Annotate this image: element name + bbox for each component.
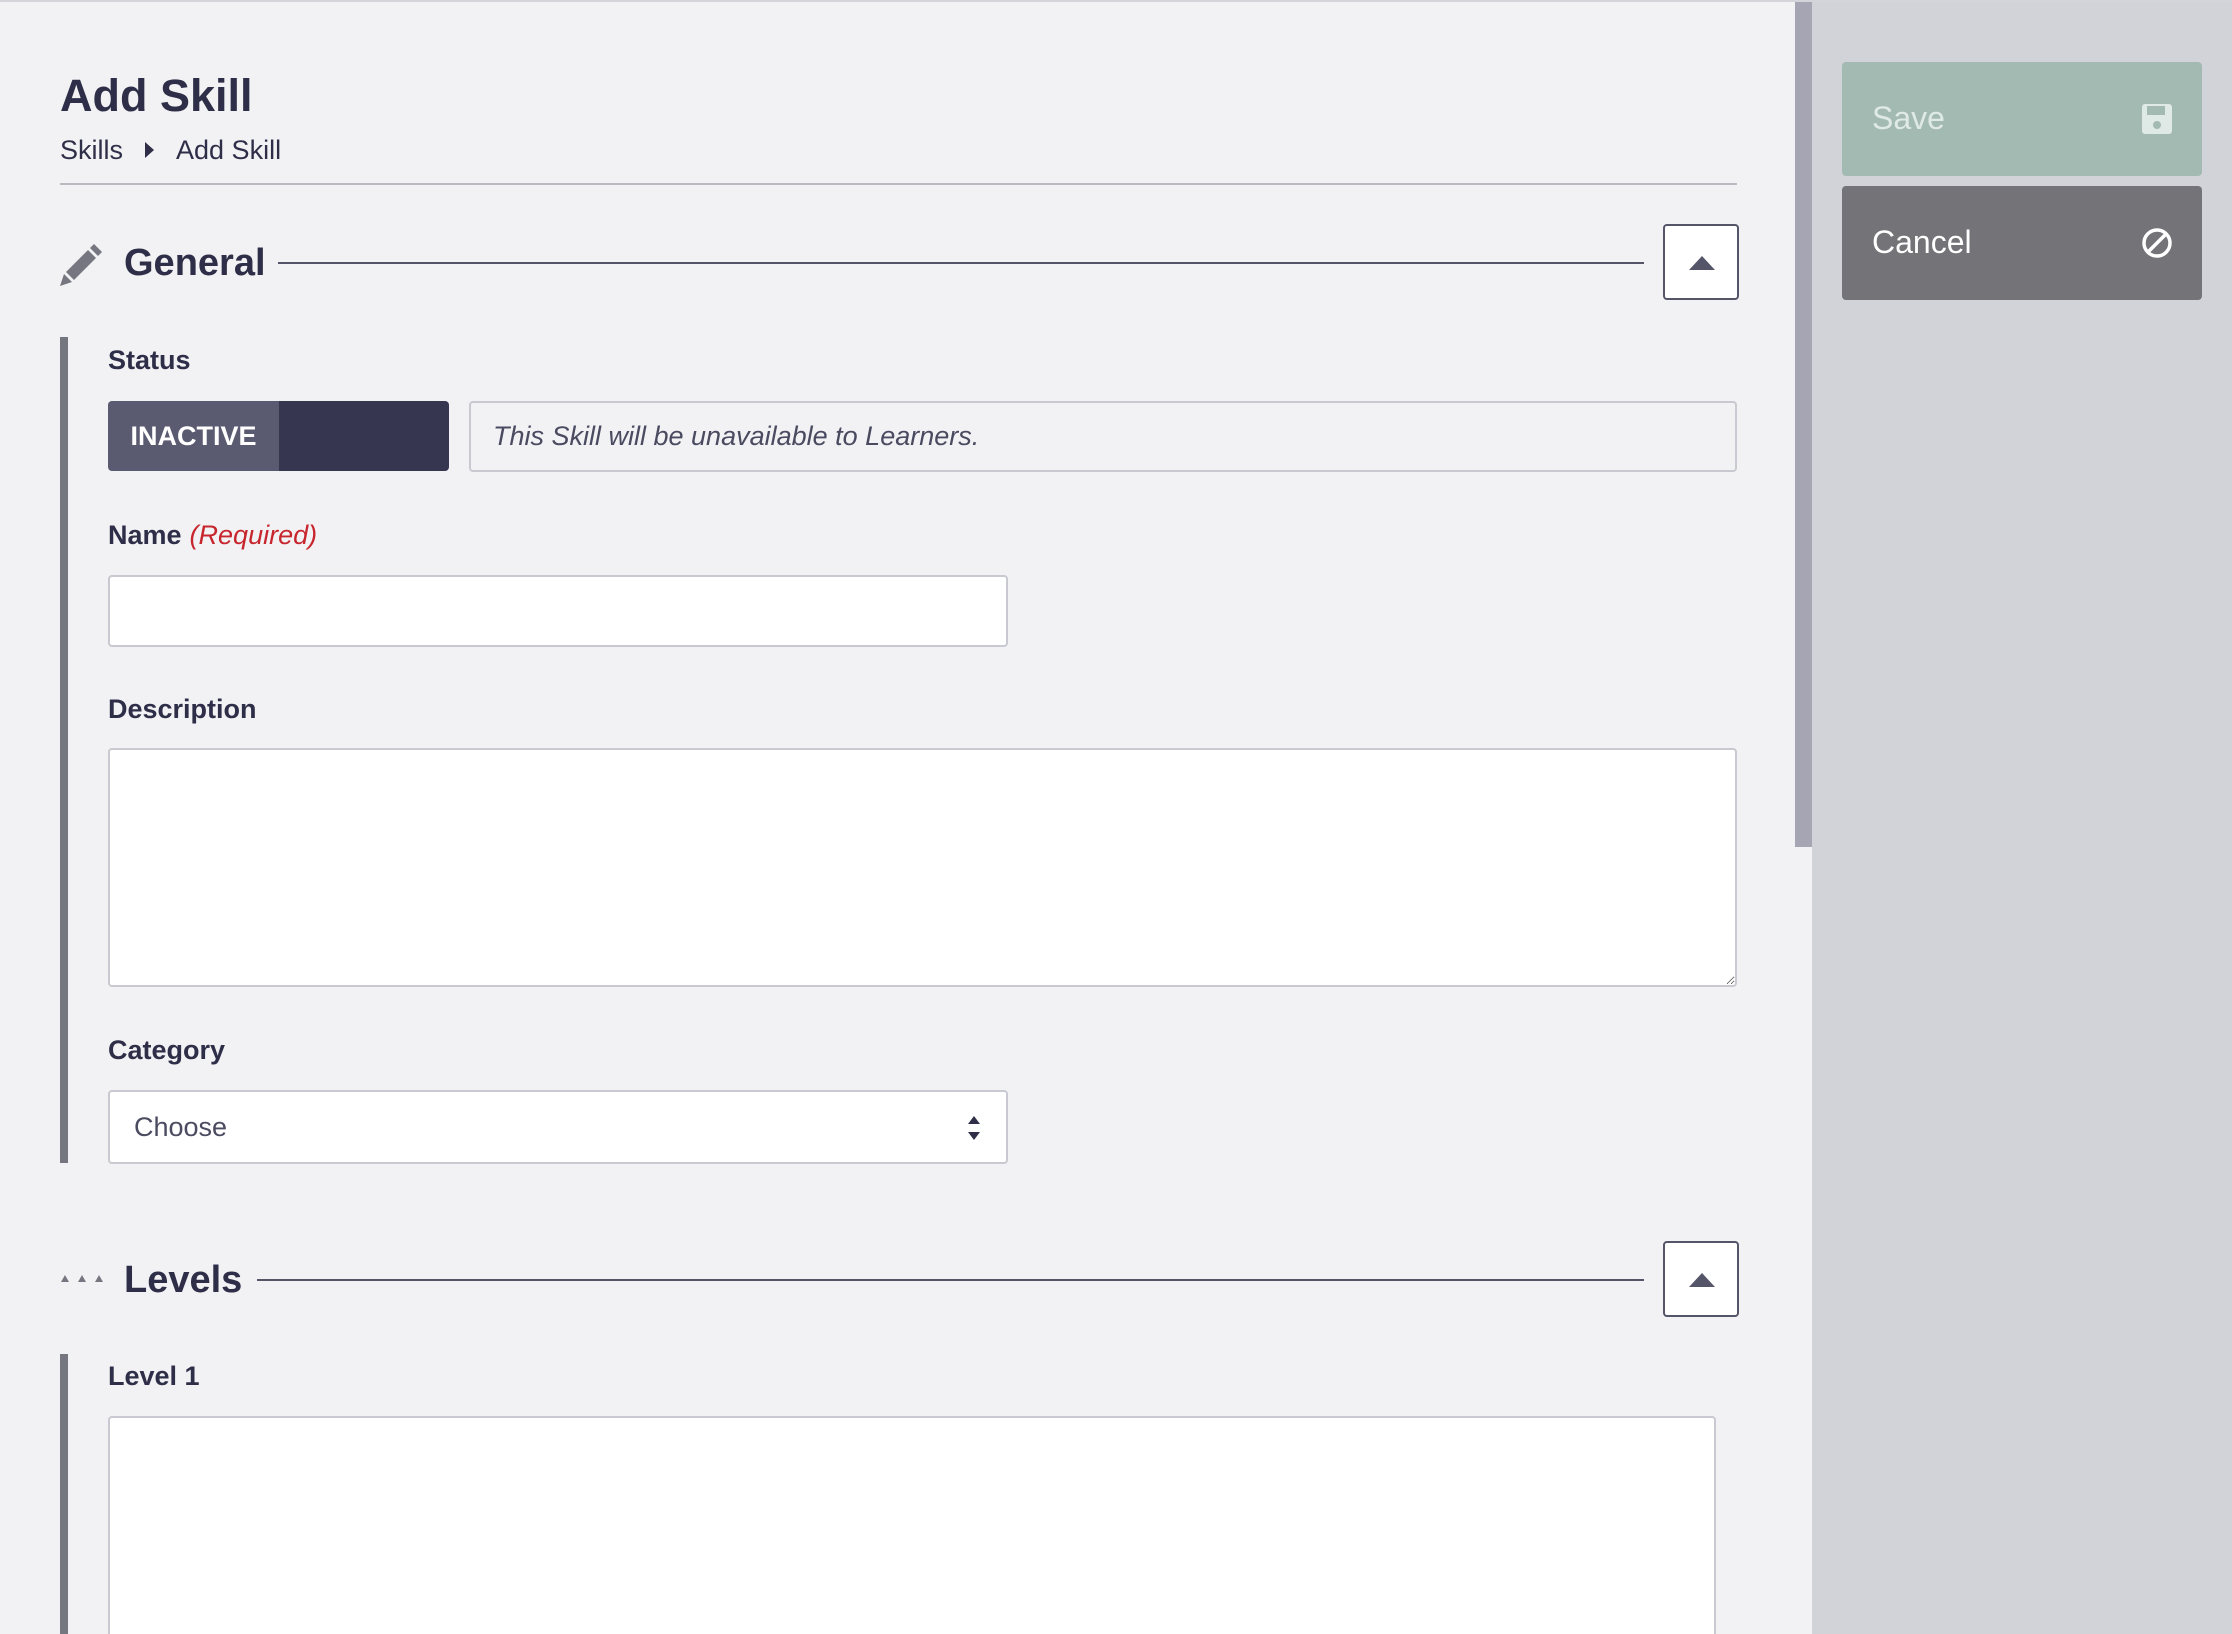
main-content: Add Skill Skills Add Skill General Statu… — [0, 2, 1795, 1634]
level-1-label: Level 1 — [108, 1361, 200, 1391]
collapse-levels-button[interactable] — [1663, 1241, 1739, 1317]
section-title-general: General — [124, 242, 266, 284]
header-divider — [60, 183, 1737, 185]
breadcrumb-skills-link[interactable]: Skills — [60, 135, 123, 166]
save-button[interactable]: Save — [1842, 62, 2202, 176]
toggle-knob — [279, 401, 449, 471]
section-rule — [278, 262, 1644, 264]
name-label: Name (Required) — [108, 520, 317, 551]
status-message: This Skill will be unavailable to Learne… — [469, 401, 1737, 472]
caret-right-icon — [145, 142, 155, 158]
ban-icon — [2142, 228, 2172, 258]
breadcrumb: Skills Add Skill — [60, 133, 281, 167]
level-1-textarea[interactable] — [108, 1416, 1716, 1634]
floppy-disk-icon — [2142, 104, 2172, 134]
ellipsis-icon — [61, 1275, 103, 1282]
cancel-button[interactable]: Cancel — [1842, 186, 2202, 300]
section-indicator-bar — [60, 337, 68, 1163]
collapse-general-button[interactable] — [1663, 224, 1739, 300]
save-button-label: Save — [1872, 100, 1945, 136]
section-title-levels: Levels — [124, 1259, 243, 1301]
general-section-header: General — [60, 224, 1739, 302]
page-title: Add Skill — [60, 70, 253, 121]
name-label-text: Name — [108, 520, 182, 550]
toggle-state-label: INACTIVE — [108, 401, 279, 471]
caret-up-icon — [1689, 256, 1715, 270]
description-label: Description — [108, 694, 257, 724]
description-textarea[interactable] — [108, 748, 1737, 987]
category-label: Category — [108, 1035, 226, 1065]
name-input[interactable] — [108, 575, 1008, 647]
category-selected-value: Choose — [134, 1112, 228, 1142]
status-toggle[interactable]: INACTIVE — [108, 401, 449, 471]
scrollbar[interactable] — [1795, 2, 1812, 1634]
breadcrumb-current: Add Skill — [176, 134, 282, 165]
status-label: Status — [108, 345, 191, 375]
category-select[interactable]: Choose — [108, 1090, 1008, 1164]
scrollbar-thumb[interactable] — [1795, 2, 1812, 847]
section-rule — [257, 1279, 1644, 1281]
cancel-button-label: Cancel — [1872, 224, 1972, 260]
required-indicator: (Required) — [189, 520, 318, 550]
sort-arrows-icon — [968, 1116, 980, 1140]
pencil-icon — [60, 244, 102, 286]
levels-section-header: Levels — [60, 1241, 1739, 1319]
caret-up-icon — [1689, 1273, 1715, 1287]
section-indicator-bar — [60, 1354, 68, 1634]
